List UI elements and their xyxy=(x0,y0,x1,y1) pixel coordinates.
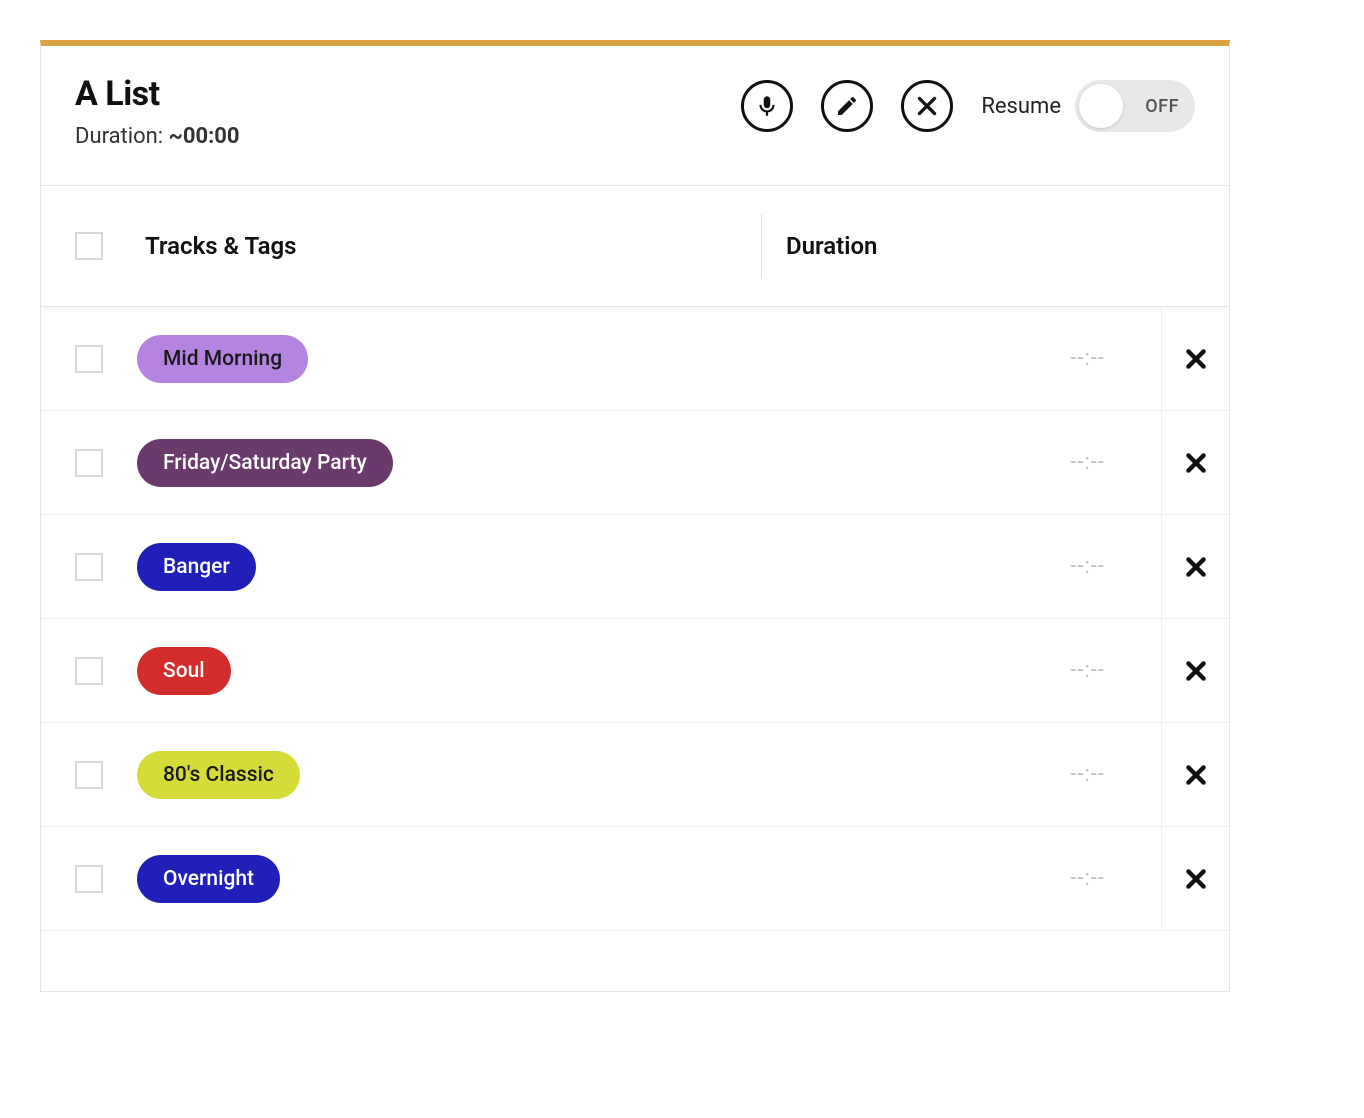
row-check-cell xyxy=(41,449,137,477)
row-tag-cell: Friday/Saturday Party xyxy=(137,439,927,487)
row-duration: --:-- xyxy=(927,866,1161,891)
row-checkbox[interactable] xyxy=(75,865,103,893)
column-tracks-tags: Tracks & Tags xyxy=(103,232,753,260)
row-delete-button[interactable] xyxy=(1161,827,1229,930)
table-row: Banger --:-- xyxy=(41,515,1229,619)
table-row: Friday/Saturday Party --:-- xyxy=(41,411,1229,515)
pencil-icon xyxy=(835,94,859,118)
row-duration: --:-- xyxy=(927,450,1161,475)
playlist-panel: A List Duration: ~00:00 xyxy=(40,40,1230,992)
close-icon xyxy=(1183,554,1209,580)
row-duration: --:-- xyxy=(927,762,1161,787)
table-row: Mid Morning --:-- xyxy=(41,307,1229,411)
table-row: Overnight --:-- xyxy=(41,827,1229,931)
close-button[interactable] xyxy=(901,80,953,132)
edit-button[interactable] xyxy=(821,80,873,132)
row-tag-cell: 80's Classic xyxy=(137,751,927,799)
close-icon xyxy=(1183,762,1209,788)
duration-value: ~00:00 xyxy=(169,124,240,149)
total-duration: Duration: ~00:00 xyxy=(75,124,240,149)
row-delete-button[interactable] xyxy=(1161,411,1229,514)
row-delete-button[interactable] xyxy=(1161,515,1229,618)
tag-pill[interactable]: 80's Classic xyxy=(137,751,300,799)
close-icon xyxy=(1183,658,1209,684)
row-check-cell xyxy=(41,865,137,893)
row-checkbox[interactable] xyxy=(75,761,103,789)
toggle-knob xyxy=(1079,84,1123,128)
row-tag-cell: Banger xyxy=(137,543,927,591)
close-icon xyxy=(1183,450,1209,476)
tag-pill[interactable]: Banger xyxy=(137,543,256,591)
resume-control: Resume OFF xyxy=(981,80,1195,132)
microphone-button[interactable] xyxy=(741,80,793,132)
select-all-checkbox[interactable] xyxy=(75,232,103,260)
row-duration: --:-- xyxy=(927,346,1161,371)
close-icon xyxy=(1183,866,1209,892)
panel-footer xyxy=(41,931,1229,991)
tag-pill[interactable]: Soul xyxy=(137,647,231,695)
column-header-row: Tracks & Tags Duration xyxy=(41,185,1229,307)
row-checkbox[interactable] xyxy=(75,553,103,581)
row-tag-cell: Soul xyxy=(137,647,927,695)
column-duration: Duration xyxy=(786,232,877,260)
row-check-cell xyxy=(41,345,137,373)
duration-label: Duration: xyxy=(75,124,169,149)
toggle-state-text: OFF xyxy=(1145,96,1179,117)
row-check-cell xyxy=(41,657,137,685)
tag-pill[interactable]: Mid Morning xyxy=(137,335,308,383)
row-delete-button[interactable] xyxy=(1161,723,1229,826)
header-left: A List Duration: ~00:00 xyxy=(75,74,240,149)
page-title: A List xyxy=(75,74,240,114)
resume-toggle[interactable]: OFF xyxy=(1075,80,1195,132)
row-delete-button[interactable] xyxy=(1161,619,1229,722)
rows-container: Mid Morning --:-- Friday/Saturday Party --:… xyxy=(41,307,1229,931)
close-icon xyxy=(1183,346,1209,372)
row-delete-button[interactable] xyxy=(1161,307,1229,410)
row-check-cell xyxy=(41,553,137,581)
row-checkbox[interactable] xyxy=(75,657,103,685)
row-check-cell xyxy=(41,761,137,789)
row-tag-cell: Overnight xyxy=(137,855,927,903)
row-checkbox[interactable] xyxy=(75,345,103,373)
microphone-icon xyxy=(754,93,780,119)
header-actions: Resume OFF xyxy=(741,74,1195,132)
row-duration: --:-- xyxy=(927,658,1161,683)
tag-pill[interactable]: Friday/Saturday Party xyxy=(137,439,393,487)
row-duration: --:-- xyxy=(927,554,1161,579)
row-tag-cell: Mid Morning xyxy=(137,335,927,383)
table-row: 80's Classic --:-- xyxy=(41,723,1229,827)
table-row: Soul --:-- xyxy=(41,619,1229,723)
tag-pill[interactable]: Overnight xyxy=(137,855,280,903)
column-separator xyxy=(761,214,762,278)
resume-label: Resume xyxy=(981,94,1061,119)
close-icon xyxy=(914,93,940,119)
row-checkbox[interactable] xyxy=(75,449,103,477)
panel-header: A List Duration: ~00:00 xyxy=(41,46,1229,185)
